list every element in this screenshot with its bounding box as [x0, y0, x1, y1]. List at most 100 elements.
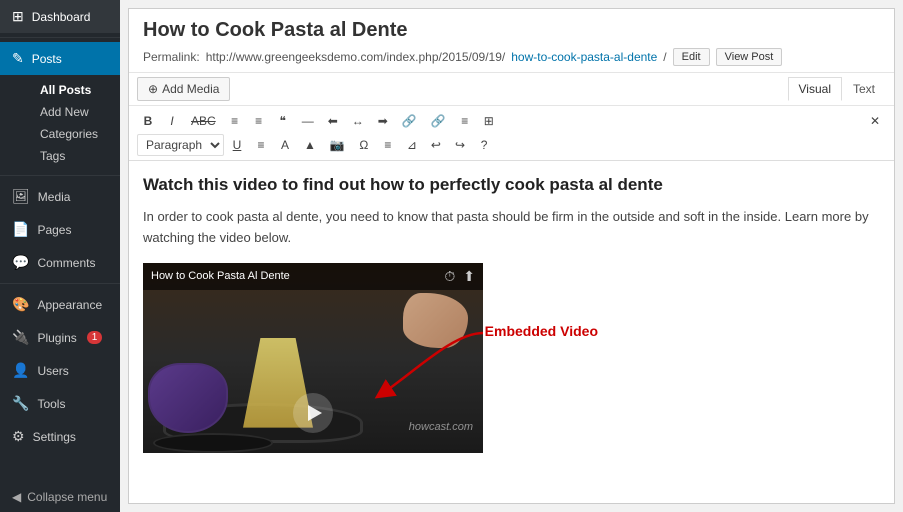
toolbar-paste-text[interactable]: ▲	[298, 134, 322, 156]
permalink-slash: /	[663, 50, 666, 64]
main-content: How to Cook Pasta al Dente Permalink: ht…	[120, 0, 903, 512]
toolbar-blockquote[interactable]: ❝	[272, 110, 294, 132]
toolbar-special-char[interactable]: Ω	[353, 134, 375, 156]
toolbar-help[interactable]: ?	[473, 134, 495, 156]
plugins-badge: 1	[87, 331, 103, 344]
sidebar-item-pages[interactable]: 📄 Pages	[0, 213, 120, 246]
sidebar-item-label: Pages	[37, 223, 71, 237]
appearance-icon: 🎨	[12, 296, 29, 313]
sidebar-item-settings[interactable]: ⚙ Settings	[0, 420, 120, 453]
permalink-slug: how-to-cook-pasta-al-dente	[511, 50, 657, 64]
sidebar: ⊞ Dashboard ✎ Posts All Posts Add New Ca…	[0, 0, 120, 512]
toolbar-undo[interactable]: ↩	[425, 134, 447, 156]
sidebar-item-label: Posts	[32, 52, 62, 66]
sidebar-item-comments[interactable]: 💬 Comments	[0, 246, 120, 279]
toolbar-remove-link[interactable]: 🔗	[425, 110, 452, 132]
video-title-text: How to Cook Pasta Al Dente	[151, 270, 290, 282]
toolbar-align-center[interactable]: ↔	[346, 110, 370, 132]
toolbar-insert-link[interactable]: 🔗	[396, 110, 423, 132]
clock-icon: ⏱	[444, 268, 455, 285]
toolbar-unordered-list[interactable]: ≡	[224, 110, 246, 132]
posts-icon: ✎	[12, 50, 24, 67]
toolbar-align-left[interactable]: ⬅	[322, 110, 344, 132]
collapse-label: Collapse menu	[27, 490, 107, 504]
sidebar-posts-submenu: All Posts Add New Categories Tags	[0, 75, 120, 171]
sidebar-item-appearance[interactable]: 🎨 Appearance	[0, 288, 120, 321]
users-icon: 👤	[12, 362, 29, 379]
share-icon: ⬆	[463, 268, 475, 285]
top-editor-bar: ⊕ Add Media Visual Text	[129, 73, 894, 106]
video-icons: ⏱ ⬆	[444, 268, 475, 285]
pages-icon: 📄	[12, 221, 29, 238]
toolbar-image[interactable]: 📷	[324, 134, 351, 156]
settings-icon: ⚙	[12, 428, 25, 445]
toolbar-fullscreen[interactable]: ⊞	[478, 110, 500, 132]
toolbar-justify[interactable]: ≡	[250, 134, 272, 156]
video-container: How to Cook Pasta Al Dente ⏱ ⬆	[143, 263, 483, 453]
sidebar-item-label: Tools	[37, 397, 65, 411]
sidebar-sub-add-new[interactable]: Add New	[28, 101, 120, 123]
tab-text[interactable]: Text	[842, 77, 886, 101]
post-title-area: How to Cook Pasta al Dente Permalink: ht…	[129, 9, 894, 73]
toolbar-underline[interactable]: U	[226, 134, 248, 156]
toolbar-close[interactable]: ✕	[864, 110, 886, 132]
sidebar-sub-categories[interactable]: Categories	[28, 123, 120, 145]
visual-text-tabs: Visual Text	[788, 77, 886, 101]
sidebar-item-label: Dashboard	[32, 10, 91, 24]
embedded-label: Embedded Video	[485, 323, 598, 339]
content-heading: Watch this video to find out how to perf…	[143, 175, 880, 195]
media-icon: 🖼	[12, 188, 30, 205]
editor-content[interactable]: Watch this video to find out how to perf…	[129, 161, 894, 503]
toolbar-hr[interactable]: —	[296, 110, 320, 132]
sidebar-item-label: Users	[37, 364, 68, 378]
toolbar-row-2: Paragraph Heading 1 Heading 2 U ≡ A ▲ 📷 …	[137, 134, 886, 156]
toolbar-format-select[interactable]: Paragraph Heading 1 Heading 2	[137, 134, 224, 156]
hand-visual	[403, 293, 468, 348]
toolbar-ordered-list[interactable]: ≡	[248, 110, 270, 132]
comments-icon: 💬	[12, 254, 29, 271]
sidebar-item-users[interactable]: 👤 Users	[0, 354, 120, 387]
dashboard-icon: ⊞	[12, 8, 24, 25]
sidebar-divider-2	[0, 175, 120, 176]
edit-permalink-button[interactable]: Edit	[673, 48, 710, 66]
sidebar-sub-all-posts[interactable]: All Posts	[28, 79, 120, 101]
toolbar-text-color[interactable]: A	[274, 134, 296, 156]
play-button[interactable]	[293, 393, 333, 433]
add-media-button[interactable]: ⊕ Add Media	[137, 77, 230, 101]
embedded-video[interactable]: How to Cook Pasta Al Dente ⏱ ⬆	[143, 263, 483, 453]
video-background: howcast.com	[143, 263, 483, 453]
sidebar-divider-3	[0, 283, 120, 284]
toolbar-italic[interactable]: I	[161, 110, 183, 132]
collapse-menu-btn[interactable]: ◀ Collapse menu	[0, 482, 120, 512]
toolbar-redo[interactable]: ↪	[449, 134, 471, 156]
video-watermark: howcast.com	[409, 421, 473, 433]
sidebar-sub-tags[interactable]: Tags	[28, 145, 120, 167]
sidebar-item-label: Plugins	[37, 331, 76, 345]
video-title-bar: How to Cook Pasta Al Dente ⏱ ⬆	[143, 263, 483, 290]
add-media-label: Add Media	[162, 82, 219, 96]
permalink-base: http://www.greengeeksdemo.com/index.php/…	[206, 50, 506, 64]
collapse-icon: ◀	[12, 490, 21, 504]
toolbar-wrap: B I ABC ≡ ≡ ❝ — ⬅ ↔ ➡ 🔗 🔗 ≡ ⊞ ✕ Paragrap…	[129, 106, 894, 161]
sidebar-item-posts[interactable]: ✎ Posts	[0, 42, 120, 75]
toolbar-align-right[interactable]: ➡	[372, 110, 394, 132]
post-title: How to Cook Pasta al Dente	[143, 19, 880, 42]
sidebar-item-label: Settings	[33, 430, 76, 444]
toolbar-outdent[interactable]: ⊿	[401, 134, 423, 156]
pot-shape	[148, 363, 228, 433]
sidebar-item-label: Comments	[37, 256, 95, 270]
view-post-button[interactable]: View Post	[716, 48, 783, 66]
permalink-bar: Permalink: http://www.greengeeksdemo.com…	[143, 48, 880, 66]
toolbar-indent[interactable]: ≡	[377, 134, 399, 156]
tab-visual[interactable]: Visual	[788, 77, 842, 101]
toolbar-bold[interactable]: B	[137, 110, 159, 132]
toolbar-strikethrough[interactable]: ABC	[185, 110, 222, 132]
sidebar-item-tools[interactable]: 🔧 Tools	[0, 387, 120, 420]
sidebar-item-label: Media	[38, 190, 71, 204]
sidebar-item-plugins[interactable]: 🔌 Plugins 1	[0, 321, 120, 354]
toolbar-insert-read-more[interactable]: ≡	[454, 110, 476, 132]
content-paragraph: In order to cook pasta al dente, you nee…	[143, 207, 880, 249]
add-media-icon: ⊕	[148, 82, 158, 96]
sidebar-item-media[interactable]: 🖼 Media	[0, 180, 120, 213]
sidebar-item-dashboard[interactable]: ⊞ Dashboard	[0, 0, 120, 33]
